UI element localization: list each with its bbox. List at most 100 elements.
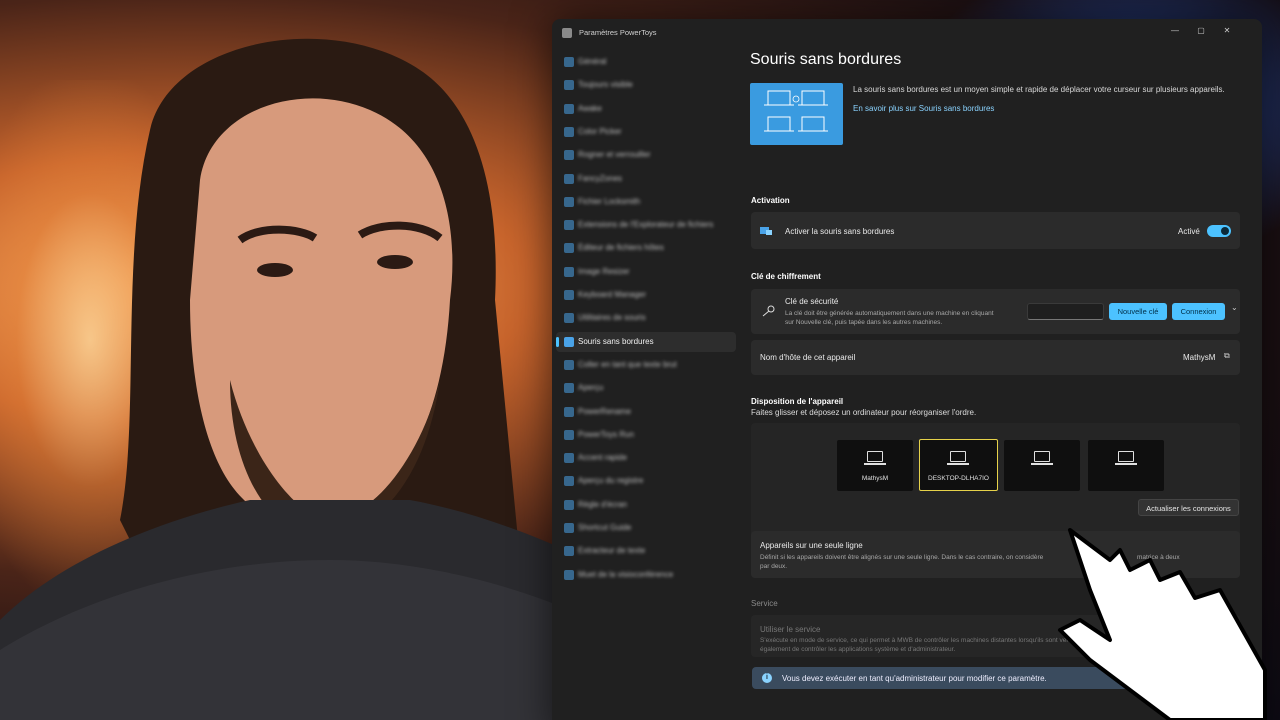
device-name: MathysM [861, 475, 889, 482]
laptop-icon [1031, 451, 1053, 465]
device-tile-selected[interactable]: DESKTOP-DLHA7IO [919, 439, 998, 491]
laptop-icon [947, 451, 969, 465]
new-key-button[interactable]: Nouvelle clé [1109, 303, 1167, 320]
sidebar-item-icon [564, 196, 574, 207]
sidebar-item-label: PowerToys Run [578, 429, 635, 439]
sidebar-item[interactable]: Accent rapide [556, 448, 736, 468]
security-key-description-2: sur Nouvelle clé, puis tapée dans les au… [785, 319, 943, 326]
hostname-card: Nom d'hôte de cet appareil MathysM ⧉ [751, 340, 1240, 375]
sidebar-item-label: Shortcut Guide [578, 523, 632, 532]
hostname-label: Nom d'hôte de cet appareil [760, 353, 856, 362]
sidebar-item[interactable]: Keyboard Manager [556, 285, 736, 305]
layout-section-title: Disposition de l'appareil [751, 397, 844, 406]
sidebar-item-icon [564, 476, 574, 487]
single-line-description-2: par deux. [760, 563, 788, 570]
active-indicator [556, 336, 559, 347]
sidebar-item[interactable]: Toujours visible [556, 75, 736, 95]
sidebar-item-label: Coller en tant que texte brut [578, 359, 677, 369]
device-tile[interactable]: MathysM [837, 440, 913, 491]
sidebar-item-label: Utilitaires de souris [578, 313, 646, 323]
sidebar-item[interactable]: Éditeur de fichiers hôtes [556, 238, 736, 258]
sidebar-item[interactable]: Extensions de l'Explorateur de fichiers [556, 215, 736, 235]
sidebar: Général Toujours visible Awake Color Picker… [552, 52, 742, 720]
service-label: Utiliser le service [760, 625, 821, 634]
single-line-description-1: Définit si les appareils doivent être al… [760, 554, 1044, 561]
device-tile[interactable] [1004, 440, 1080, 491]
sidebar-item[interactable]: Shortcut Guide [556, 518, 736, 538]
admin-notice-text: Vous devez exécuter en tant qu'administr… [782, 674, 1047, 683]
sidebar-item-icon [564, 126, 574, 137]
sidebar-item-label: Général [578, 57, 607, 66]
activation-label: Activer la souris sans bordures [785, 227, 895, 236]
sidebar-item-label: Awake [578, 103, 602, 113]
sidebar-item[interactable]: Souris sans bordures [556, 331, 736, 352]
sidebar-item-icon [564, 290, 574, 300]
page-title: Souris sans bordures [750, 51, 902, 68]
mouse-without-borders-illustration [750, 83, 843, 145]
sidebar-item-label: Règle d'écran [578, 499, 628, 509]
sidebar-item[interactable]: Image Resizer [556, 262, 736, 282]
sidebar-item[interactable]: PowerRename [556, 402, 736, 422]
sidebar-item-icon [564, 150, 574, 161]
sidebar-item-icon [564, 103, 574, 114]
sidebar-item[interactable]: Aperçu [556, 378, 736, 398]
intro-description: La souris sans bordures est un moyen sim… [853, 85, 1225, 94]
sidebar-item[interactable]: Rogner et verrouiller [556, 145, 736, 165]
sidebar-item-label: Éditeur de fichiers hôtes [578, 243, 664, 253]
laptop-icon [864, 451, 886, 465]
sidebar-item-icon [564, 453, 574, 464]
sidebar-item[interactable]: Coller en tant que texte brut [556, 355, 736, 375]
sidebar-item-icon [564, 173, 574, 184]
sidebar-item-label: Extracteur de texte [578, 546, 646, 556]
laptop-icon [1115, 451, 1137, 465]
sidebar-item-icon [564, 499, 574, 510]
sidebar-item-label: Image Resizer [578, 266, 630, 276]
sidebar-item[interactable]: FancyZones [556, 169, 736, 189]
learn-more-link[interactable]: En savoir plus sur Souris sans bordures [853, 104, 994, 113]
chevron-down-icon[interactable]: ⌄ [1231, 303, 1238, 312]
security-key-card: Clé de sécurité La clé doit être générée… [751, 289, 1240, 334]
sidebar-item-label: Extensions de l'Explorateur de fichiers [578, 220, 714, 230]
sidebar-item-icon [564, 523, 574, 533]
activation-toggle[interactable] [1207, 225, 1231, 237]
service-description-2: également de contrôler les applications … [760, 646, 956, 653]
sidebar-item[interactable]: Extracteur de texte [556, 541, 736, 561]
service-description-1: S'exécute en mode de service, ce qui per… [760, 637, 1090, 644]
sidebar-item-label: Color Picker [578, 126, 622, 136]
sidebar-item[interactable]: Aperçu du registre [556, 471, 736, 491]
sidebar-item[interactable]: Awake [556, 99, 736, 119]
sidebar-item-label: PowerRename [578, 406, 631, 416]
sidebar-item-label: Toujours visible [578, 80, 633, 90]
connect-button[interactable]: Connexion [1172, 303, 1225, 320]
sidebar-item[interactable]: Règle d'écran [556, 495, 736, 515]
sidebar-item-icon [564, 266, 574, 277]
sidebar-item-icon [564, 336, 574, 347]
sidebar-item[interactable]: Général [556, 52, 736, 72]
sidebar-item-label: Fichier Locksmith [578, 196, 641, 206]
sidebar-item-label: Aperçu du registre [578, 476, 644, 486]
sidebar-item-icon [564, 359, 574, 370]
sidebar-item[interactable]: PowerToys Run [556, 425, 736, 445]
device-tile[interactable] [1088, 440, 1164, 491]
info-icon: i [762, 673, 772, 683]
sidebar-item-icon [564, 57, 574, 67]
sidebar-item[interactable]: Muet de la visioconférence [556, 565, 736, 585]
security-key-input[interactable] [1027, 303, 1104, 320]
key-icon [762, 305, 775, 317]
sidebar-item[interactable]: Fichier Locksmith [556, 192, 736, 212]
sidebar-item-icon [564, 429, 574, 440]
activation-card: Activer la souris sans bordures Activé [751, 212, 1240, 249]
encryption-section-title: Clé de chiffrement [751, 272, 821, 281]
sidebar-item-icon [564, 80, 574, 91]
sidebar-item-label: Rogner et verrouiller [578, 150, 651, 160]
layout-subtitle: Faites glisser et déposez un ordinateur … [751, 408, 977, 417]
device-name: DESKTOP-DLHA7IO [928, 475, 989, 482]
copy-icon[interactable]: ⧉ [1224, 351, 1234, 361]
sidebar-item[interactable]: Utilitaires de souris [556, 308, 736, 328]
sidebar-item-icon [564, 546, 574, 557]
powertoys-icon [562, 28, 572, 38]
activation-section-title: Activation [751, 196, 790, 205]
sidebar-item-label: Aperçu [578, 383, 604, 393]
sidebar-item[interactable]: Color Picker [556, 122, 736, 142]
security-key-label: Clé de sécurité [785, 297, 839, 306]
